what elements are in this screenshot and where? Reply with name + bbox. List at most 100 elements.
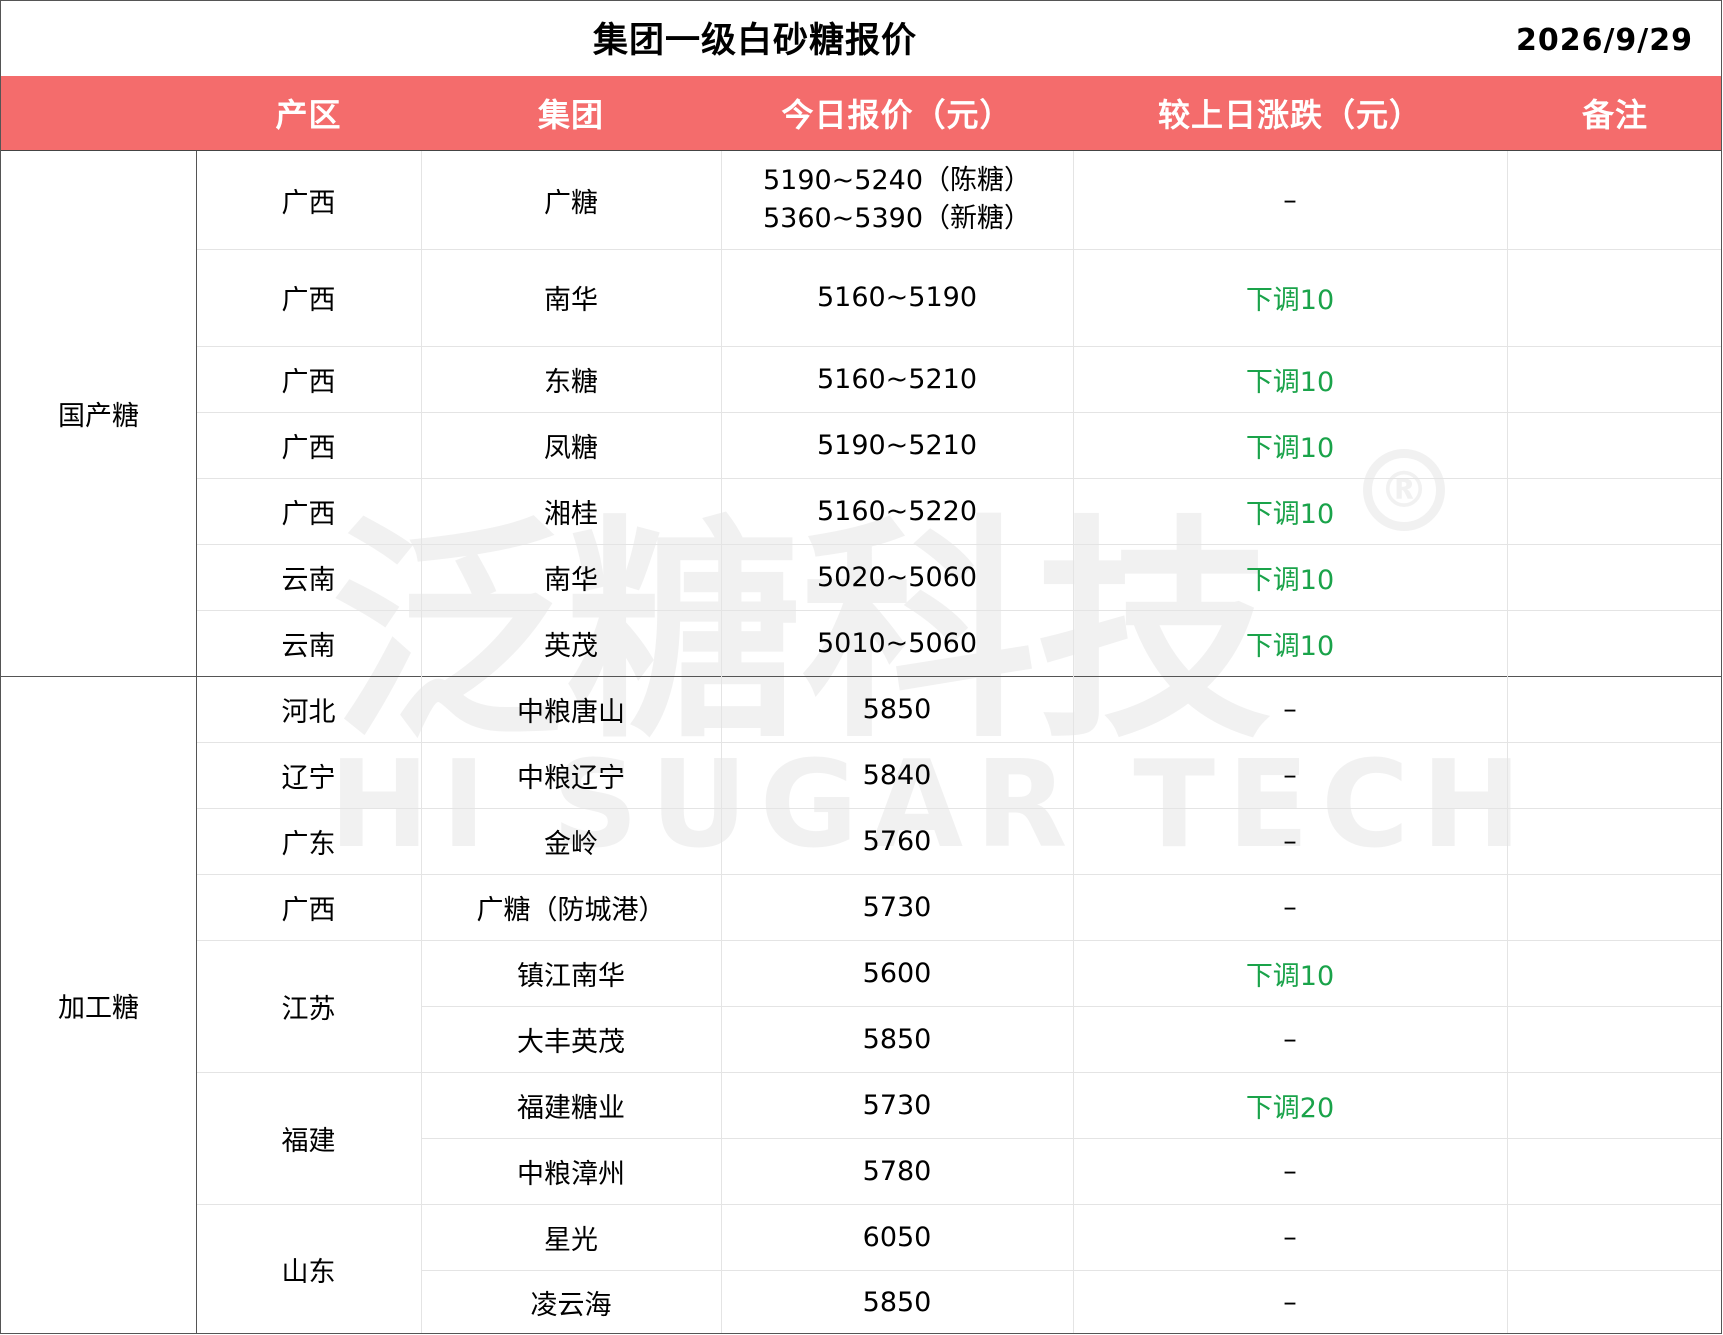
remark-cell <box>1507 249 1721 346</box>
region-cell: 广西 <box>281 366 336 398</box>
row-divider <box>196 544 1721 545</box>
title-bar: 集团一级白砂糖报价 2026/9/29 <box>1 1 1721 76</box>
remark-cell <box>1507 1072 1721 1138</box>
header-company: 集团 <box>537 96 604 134</box>
price-cell: 5160~5190 <box>721 249 1073 346</box>
price-cell: 5730 <box>721 874 1073 940</box>
company-cell: 金岭 <box>544 828 598 860</box>
price-cell: 5600 <box>721 940 1073 1006</box>
remark-cell <box>1507 1204 1721 1270</box>
row-divider <box>196 742 1721 743</box>
company-cell: 广糖 <box>544 187 598 219</box>
change-cell: – <box>1283 1221 1297 1253</box>
price-value: 5160~5190 <box>816 282 978 313</box>
price-cell: 6050 <box>721 1204 1073 1270</box>
header-price: 今日报价（元） <box>781 96 1013 134</box>
row-divider <box>196 412 1721 413</box>
column-divider <box>721 151 722 1333</box>
header-change: 较上日涨跌（元） <box>1157 96 1422 134</box>
remark-cell <box>1507 742 1721 808</box>
company-cell: 中粮唐山 <box>517 696 625 728</box>
price-value: 5850 <box>862 1023 932 1055</box>
price-value: 5160~5210 <box>816 363 978 395</box>
price-value: 5010~5060 <box>816 627 978 659</box>
company-cell: 湘桂 <box>544 498 598 530</box>
page-title: 集团一级白砂糖报价 <box>592 21 917 61</box>
company-cell: 南华 <box>544 285 598 316</box>
region-cell: 辽宁 <box>281 762 336 794</box>
price-cell: 5010~5060 <box>721 610 1073 676</box>
column-divider <box>1073 151 1074 1333</box>
change-cell: 下调10 <box>1245 498 1335 530</box>
company-cell: 凤糖 <box>544 432 598 464</box>
price-cell: 5850 <box>721 676 1073 742</box>
change-cell: – <box>1283 1023 1297 1055</box>
region-cell: 广西 <box>281 432 336 464</box>
region-cell: 福建 <box>281 1125 336 1157</box>
row-divider <box>196 808 1721 809</box>
header-remark: 备注 <box>1581 96 1648 134</box>
price-value: 5190~5210 <box>816 429 978 461</box>
change-cell: – <box>1283 693 1297 725</box>
price-cell: 5730 <box>721 1072 1073 1138</box>
row-divider <box>196 610 1721 611</box>
remark-cell <box>1507 412 1721 478</box>
price-value: 5780 <box>862 1155 932 1187</box>
company-cell: 镇江南华 <box>517 960 625 992</box>
region-cell: 云南 <box>281 564 336 596</box>
company-cell: 广糖（防城港） <box>476 894 666 926</box>
company-cell: 大丰英茂 <box>517 1026 625 1058</box>
price-cell: 5760 <box>721 808 1073 874</box>
row-divider <box>421 1270 1721 1271</box>
column-divider <box>1507 151 1508 1333</box>
company-cell: 东糖 <box>544 366 598 398</box>
remark-cell <box>1507 874 1721 940</box>
price-value: 5850 <box>862 1287 932 1318</box>
remark-cell <box>1507 478 1721 544</box>
region-cell: 广东 <box>281 828 336 860</box>
row-divider <box>196 1072 1721 1073</box>
price-cell: 5850 <box>721 1270 1073 1333</box>
change-cell: – <box>1283 1155 1297 1187</box>
region-cell: 山东 <box>281 1257 336 1288</box>
row-divider <box>196 478 1721 479</box>
row-divider <box>196 249 1721 250</box>
company-cell: 南华 <box>544 564 598 596</box>
change-cell: – <box>1283 891 1297 923</box>
price-value: 5020~5060 <box>816 561 978 593</box>
price-cell: 5190~5240（陈糖） 5360~5390（新糖） <box>721 151 1073 249</box>
company-cell: 英茂 <box>544 630 598 662</box>
remark-cell <box>1507 610 1721 676</box>
remark-cell <box>1507 808 1721 874</box>
row-divider <box>196 940 1721 941</box>
remark-cell <box>1507 1006 1721 1072</box>
company-cell: 中粮辽宁 <box>517 762 625 794</box>
price-value: 5850 <box>862 693 932 725</box>
company-cell: 凌云海 <box>530 1290 612 1321</box>
company-cell: 福建糖业 <box>517 1092 625 1124</box>
change-cell: – <box>1283 825 1297 857</box>
region-cell: 江苏 <box>281 993 336 1025</box>
table-header: 产区 集团 今日报价（元） 较上日涨跌（元） 备注 <box>1 76 1721 151</box>
region-cell: 云南 <box>281 630 336 662</box>
column-divider <box>421 151 422 1333</box>
column-divider <box>196 151 197 1333</box>
price-value: 5840 <box>862 759 932 791</box>
change-cell: – <box>1283 759 1297 791</box>
price-cell: 5780 <box>721 1138 1073 1204</box>
row-divider <box>196 874 1721 875</box>
remark-cell <box>1507 1270 1721 1333</box>
company-cell: 星光 <box>544 1224 598 1256</box>
change-cell: – <box>1283 184 1297 216</box>
price-value: 5190~5240（陈糖） <box>762 165 1032 196</box>
price-value: 5730 <box>862 891 932 923</box>
region-cell: 广西 <box>281 498 336 530</box>
price-cell: 5020~5060 <box>721 544 1073 610</box>
price-cell: 5840 <box>721 742 1073 808</box>
company-cell: 中粮漳州 <box>517 1158 625 1190</box>
region-cell: 河北 <box>281 696 336 728</box>
change-cell: 下调10 <box>1245 564 1335 596</box>
remark-cell <box>1507 676 1721 742</box>
row-divider <box>421 1006 1721 1007</box>
row-divider <box>421 1138 1721 1139</box>
